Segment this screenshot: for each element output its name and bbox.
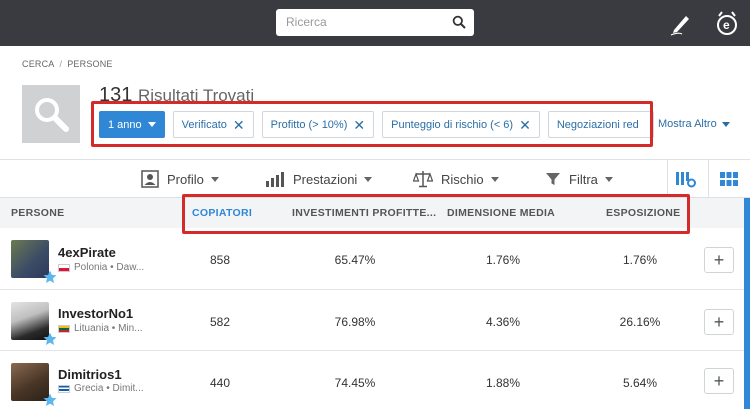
- user-country-label: Lituania • Min...: [74, 323, 143, 334]
- copiers-value: 858: [209, 253, 231, 267]
- filter-chip-negoziazioni[interactable]: Negoziazioni red: [547, 111, 654, 138]
- star-icon: [43, 393, 57, 406]
- divider: [0, 159, 750, 160]
- search-icon[interactable]: [452, 15, 466, 29]
- close-icon[interactable]: ✕: [233, 118, 245, 132]
- results-count: 131: [99, 84, 133, 106]
- flag-greece-icon: [58, 384, 70, 393]
- star-icon: [43, 270, 57, 283]
- avg-size-value: 4.36%: [485, 315, 521, 329]
- copiers-value: 440: [209, 376, 231, 390]
- profile-label: Profilo: [167, 171, 204, 187]
- risk-dropdown[interactable]: Rischio: [413, 168, 499, 190]
- funnel-icon: [546, 173, 560, 185]
- chip-label: Profitto (> 10%): [270, 118, 348, 131]
- user-country: Grecia • Dimit...: [58, 383, 144, 394]
- list-settings-view-button[interactable]: [668, 163, 704, 195]
- add-copy-button[interactable]: +: [704, 247, 734, 273]
- pencil-icon[interactable]: [668, 10, 694, 36]
- performance-label: Prestazioni: [293, 171, 358, 187]
- results-label: Risultati Trovati: [137, 86, 255, 105]
- profile-icon: [141, 170, 159, 188]
- svg-text:e: e: [723, 18, 730, 32]
- breadcrumb-item-cerca[interactable]: CERCA: [22, 59, 55, 69]
- avatar: [11, 302, 57, 345]
- breadcrumb-item-persone: PERSONE: [67, 59, 113, 69]
- period-label: 1 anno: [108, 118, 142, 131]
- user-country: Polonia • Daw...: [58, 262, 144, 273]
- grid-view-button[interactable]: [711, 163, 747, 195]
- user-country: Lituania • Min...: [58, 323, 143, 334]
- close-icon[interactable]: ✕: [353, 118, 365, 132]
- user-country-label: Polonia • Daw...: [74, 262, 145, 273]
- etoro-logo-icon[interactable]: e: [713, 10, 741, 36]
- close-icon[interactable]: ✕: [519, 118, 531, 132]
- copiers-value: 582: [209, 315, 231, 329]
- breadcrumb-separator: /: [59, 59, 63, 69]
- add-copy-button[interactable]: +: [704, 309, 734, 335]
- bar-chart-icon: [266, 172, 284, 187]
- toolbar-separator: [708, 160, 709, 198]
- avg-size-value: 1.88%: [485, 376, 521, 390]
- show-more-button[interactable]: Mostra Altro: [658, 118, 730, 130]
- scale-icon: [413, 171, 433, 188]
- caret-down-icon: [721, 121, 730, 127]
- filter-chip-profitto[interactable]: Profitto (> 10%) ✕: [261, 111, 375, 138]
- column-header-investimenti[interactable]: INVESTIMENTI PROFITTE...: [292, 207, 436, 219]
- column-header-esposizione[interactable]: ESPOSIZIONE: [606, 207, 680, 219]
- column-header-dimensione[interactable]: DIMENSIONE MEDIA: [447, 207, 555, 219]
- table-row[interactable]: 4exPirate Polonia • Daw... 858 65.47% 1.…: [0, 229, 744, 290]
- add-copy-button[interactable]: +: [704, 368, 734, 394]
- search-placeholder: Ricerca: [286, 15, 327, 29]
- user-name[interactable]: InvestorNo1: [58, 306, 133, 321]
- user-name[interactable]: Dimitrios1: [58, 367, 122, 382]
- profitable-value: 74.45%: [334, 376, 376, 390]
- column-settings-icon: [676, 172, 696, 188]
- top-bar: Ricerca e: [0, 0, 750, 46]
- exposure-value: 26.16%: [619, 315, 661, 329]
- filter-chips: 1 anno Verificato ✕ Profitto (> 10%) ✕ P…: [99, 111, 654, 138]
- caret-down-icon: [604, 176, 613, 182]
- scrollbar[interactable]: [744, 198, 750, 409]
- performance-dropdown[interactable]: Prestazioni: [265, 168, 373, 190]
- user-name[interactable]: 4exPirate: [58, 245, 116, 260]
- flag-poland-icon: [58, 263, 70, 272]
- table-row[interactable]: InvestorNo1 Lituania • Min... 582 76.98%…: [0, 290, 744, 351]
- search-avatar: [22, 85, 80, 143]
- star-icon: [43, 332, 57, 345]
- caret-down-icon: [210, 176, 219, 182]
- avatar: [11, 363, 57, 406]
- profile-dropdown[interactable]: Profilo: [141, 168, 219, 190]
- user-country-label: Grecia • Dimit...: [74, 383, 144, 394]
- filter-label: Filtra: [569, 171, 598, 187]
- flag-lithuania-icon: [58, 324, 70, 333]
- breadcrumb: CERCA / PERSONE: [22, 59, 113, 69]
- caret-down-icon: [147, 122, 156, 127]
- avg-size-value: 1.76%: [485, 253, 521, 267]
- table-row[interactable]: Dimitrios1 Grecia • Dimit... 440 74.45% …: [0, 351, 744, 409]
- chip-label: Verificato: [181, 118, 227, 131]
- column-header-copiatori[interactable]: COPIATORI: [192, 207, 252, 219]
- period-dropdown[interactable]: 1 anno: [99, 111, 165, 138]
- caret-down-icon: [364, 176, 373, 182]
- filter-chip-verificato[interactable]: Verificato ✕: [172, 111, 254, 138]
- results-title: 131 Risultati Trovati: [99, 84, 254, 107]
- profitable-value: 76.98%: [334, 315, 376, 329]
- avatar: [11, 240, 57, 283]
- search-input[interactable]: Ricerca: [276, 9, 474, 36]
- magnifier-icon: [35, 98, 69, 132]
- chip-label: Negoziazioni red: [556, 118, 639, 131]
- show-more-label: Mostra Altro: [658, 118, 717, 130]
- grid-icon: [720, 172, 738, 186]
- column-header-persone[interactable]: PERSONE: [11, 207, 64, 219]
- filter-chip-rischio[interactable]: Punteggio di rischio (< 6) ✕: [382, 111, 540, 138]
- chip-label: Punteggio di rischio (< 6): [391, 118, 514, 131]
- caret-down-icon: [490, 176, 499, 182]
- filter-dropdown[interactable]: Filtra: [545, 168, 613, 190]
- exposure-value: 5.64%: [622, 376, 658, 390]
- profitable-value: 65.47%: [334, 253, 376, 267]
- risk-label: Rischio: [441, 171, 484, 187]
- exposure-value: 1.76%: [622, 253, 658, 267]
